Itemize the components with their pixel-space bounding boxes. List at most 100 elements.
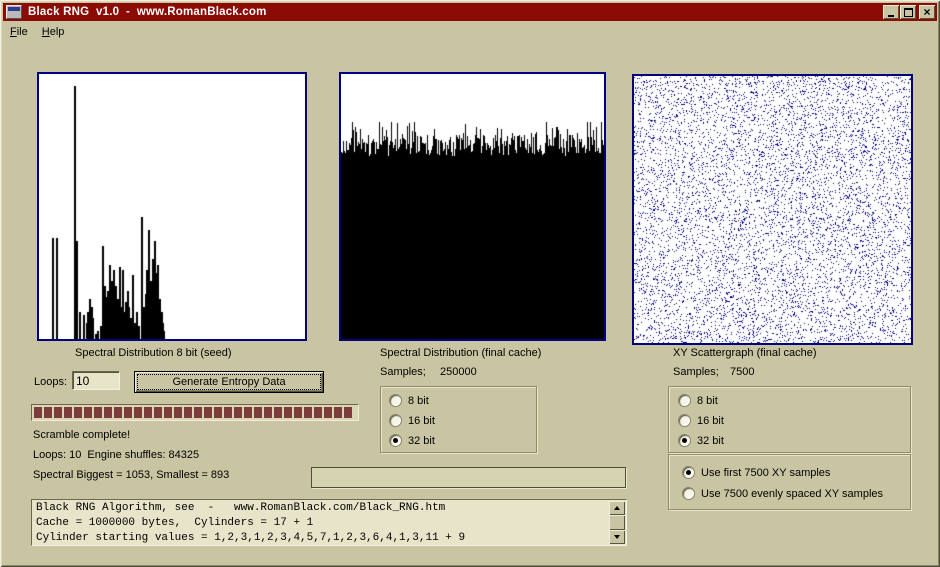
log-line: Cache = 1000000 bytes, Cylinders = 17 + … [36,516,608,531]
log-text: Black RNG Algorithm, see - www.RomanBlac… [36,501,608,544]
seed-chart-caption: Spectral Distribution 8 bit (seed) [75,347,232,359]
progress-segment [214,407,222,418]
log-scrollbar[interactable] [609,501,625,544]
progress-segment [64,407,72,418]
final-bitdepth-group: 8 bit 16 bit 32 bit [380,386,537,453]
scroll-up-button[interactable] [609,501,625,515]
status-loops-shuffles: Loops: 10 Engine shuffles: 84325 [33,449,199,461]
maximize-icon [904,8,913,17]
log-textarea[interactable]: Black RNG Algorithm, see - www.RomanBlac… [31,499,627,546]
radio-icon [678,394,691,407]
progress-segment [314,407,322,418]
menu-item-file[interactable]: File [3,24,35,40]
loops-input[interactable] [72,371,120,390]
scatter-chart-caption: XY Scattergraph (final cache) [673,347,816,359]
menubar: File Help [3,22,937,42]
final-radio-32bit[interactable]: 32 bit [389,434,435,447]
radio-label: Use first 7500 XY samples [701,467,830,479]
final-samples-label: Samples; [380,366,426,378]
radio-icon [682,487,695,500]
radio-icon [389,414,402,427]
scroll-down-button[interactable] [609,530,625,544]
radio-icon [678,414,691,427]
radio-label: 16 bit [697,415,724,427]
final-radio-16bit[interactable]: 16 bit [389,414,435,427]
maximize-button[interactable] [900,5,916,19]
final-samples-value: 250000 [440,366,477,378]
progress-segment [134,407,142,418]
radio-icon-checked [389,434,402,447]
progress-segment [164,407,172,418]
window-title: Black RNG v1.0 - www.RomanBlack.com [28,6,267,18]
progress-segment [44,407,52,418]
progress-segment [234,407,242,418]
titlebar-buttons: × [882,5,935,19]
scatter-bitdepth-group: 8 bit 16 bit 32 bit [668,386,911,453]
seed-spectral-canvas [39,74,305,339]
menu-item-help[interactable]: Help [35,24,72,40]
progress-segment [124,407,132,418]
final-radio-8bit[interactable]: 8 bit [389,394,429,407]
menu-file-key: F [10,26,17,38]
scatter-samples-value: 7500 [730,366,754,378]
progress-segment [244,407,252,418]
progress-segment [114,407,122,418]
progress-segment [104,407,112,418]
progress-segment [274,407,282,418]
final-chart-caption: Spectral Distribution (final cache) [380,347,541,359]
loops-label: Loops: [34,376,67,388]
xy-scattergraph-chart [632,74,913,345]
status-spectral-range: Spectral Biggest = 1053, Smallest = 893 [33,469,229,481]
minimize-icon [888,15,894,17]
radio-label: 8 bit [408,395,429,407]
generate-entropy-button[interactable]: Generate Entropy Data [134,371,324,393]
radio-label: 8 bit [697,395,718,407]
app-icon[interactable] [6,5,22,19]
close-button[interactable]: × [919,5,935,19]
progress-segment [154,407,162,418]
progress-segment [74,407,82,418]
scatter-xy-mode-group: Use first 7500 XY samples Use 7500 evenl… [668,454,911,510]
progress-segment [304,407,312,418]
log-line: Cylinder starting values = 1,2,3,1,2,3,4… [36,531,608,544]
radio-icon-checked [682,466,695,479]
progress-segment [34,407,42,418]
progress-segment [144,407,152,418]
progress-bar [31,404,359,421]
radio-label: 32 bit [408,435,435,447]
scatter-samples-label: Samples; [673,366,719,378]
radio-label: 32 bit [697,435,724,447]
radio-icon [389,394,402,407]
menu-help-key: H [42,26,50,38]
progress-segment [344,407,352,418]
arrow-up-icon [614,506,620,510]
progress-segment [204,407,212,418]
progress-segment [54,407,62,418]
close-icon: × [923,7,930,17]
arrow-down-icon [614,535,620,539]
progress-segment [194,407,202,418]
progress-segment [284,407,292,418]
progress-segment [224,407,232,418]
scatter-radio-8bit[interactable]: 8 bit [678,394,718,407]
xy-radio-first-7500[interactable]: Use first 7500 XY samples [682,466,830,479]
xy-radio-evenly-spaced[interactable]: Use 7500 evenly spaced XY samples [682,487,883,500]
progress-segment [254,407,262,418]
radio-label: Use 7500 evenly spaced XY samples [701,488,883,500]
progress-segment [334,407,342,418]
status-field [311,467,626,488]
minimize-button[interactable] [883,5,899,19]
progress-segment [94,407,102,418]
scatter-radio-16bit[interactable]: 16 bit [678,414,724,427]
progress-segment [174,407,182,418]
progress-segment [324,407,332,418]
progress-segment [264,407,272,418]
menu-file-rest: ile [17,26,28,38]
scatter-radio-32bit[interactable]: 32 bit [678,434,724,447]
progress-segment [184,407,192,418]
progress-segment [84,407,92,418]
progress-segment [294,407,302,418]
titlebar[interactable]: Black RNG v1.0 - www.RomanBlack.com × [3,3,937,21]
scrollbar-thumb[interactable] [609,515,625,530]
xy-scattergraph-canvas [634,76,911,343]
